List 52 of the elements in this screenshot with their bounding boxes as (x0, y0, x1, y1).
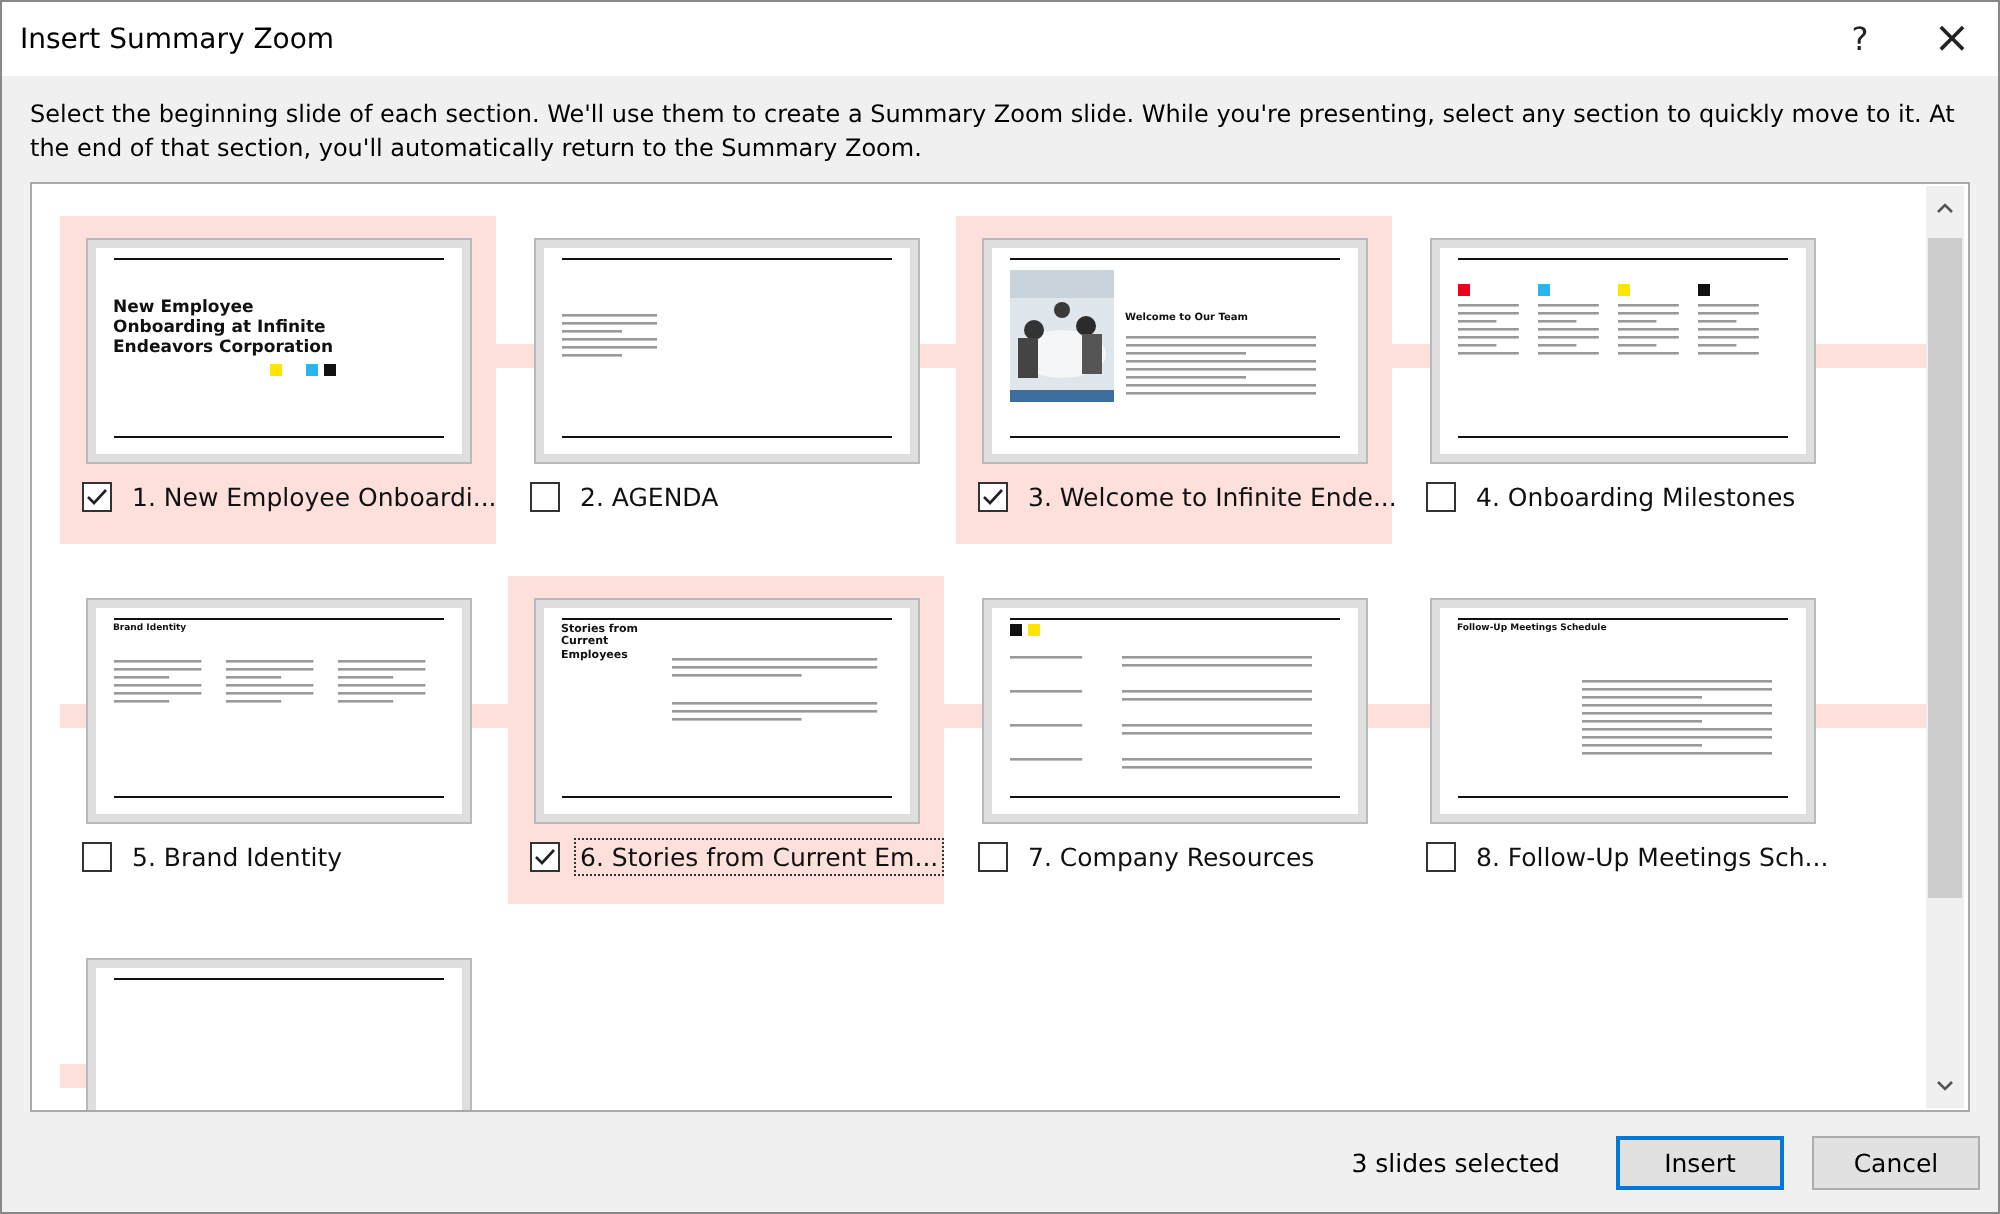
slide-label: 5. Brand Identity (130, 840, 345, 874)
checkbox[interactable] (1426, 842, 1456, 872)
color-squares-icon (1457, 284, 1475, 296)
slide-item[interactable]: New Employee Onboarding at Infinite Endeavors Corporation 1. New Employee Onboardi... (60, 216, 496, 544)
text-lines-drawing (1009, 722, 1085, 730)
slide-label: 4. Onboarding Milestones (1474, 480, 1798, 514)
selection-count: 3 slides selected (1351, 1147, 1560, 1177)
close-button[interactable]: × (1906, 2, 1998, 76)
text-lines-drawing (225, 658, 317, 707)
color-squares-icon (269, 364, 341, 377)
checkbox[interactable] (82, 842, 112, 872)
slide-label: 8. Follow-Up Meetings Sch... (1474, 840, 1831, 874)
text-lines-drawing (1537, 302, 1601, 358)
color-squares-icon (1009, 624, 1045, 636)
color-squares-icon (1537, 284, 1555, 296)
text-lines-drawing (1009, 756, 1085, 764)
checkmark-icon (982, 488, 1004, 506)
checkmark-icon (534, 848, 556, 866)
slide-item[interactable]: 4. Onboarding Milestones (1404, 216, 1840, 544)
text-lines-drawing (1009, 654, 1085, 662)
color-squares-icon (1697, 284, 1715, 296)
window-title: Insert Summary Zoom (20, 23, 337, 55)
slide-item[interactable]: 7. Company Resources (956, 576, 1392, 904)
slide-label: 1. New Employee Onboardi... (130, 480, 499, 514)
slide-label: 6. Stories from Current Em... (576, 840, 943, 874)
scroll-up-icon[interactable] (1936, 202, 1954, 214)
text-lines-drawing (113, 658, 205, 707)
scroll-down-icon[interactable] (1936, 1080, 1954, 1092)
checkbox[interactable] (1426, 482, 1456, 512)
scroll-thumb[interactable] (1928, 238, 1962, 898)
slide-item[interactable]: 2. AGENDA (508, 216, 944, 544)
checkbox[interactable] (978, 842, 1008, 872)
checkbox[interactable] (530, 842, 560, 872)
checkbox[interactable] (530, 482, 560, 512)
text-lines-drawing (561, 312, 661, 360)
text-lines-drawing (1697, 302, 1761, 358)
color-squares-icon (1617, 284, 1635, 296)
checkbox[interactable] (978, 482, 1008, 512)
text-lines-drawing (1617, 302, 1681, 358)
text-lines-drawing (1009, 688, 1085, 696)
scrollbar[interactable] (1926, 186, 1964, 1108)
slide-label: 7. Company Resources (1026, 840, 1317, 874)
text-lines-drawing (1457, 302, 1521, 358)
instructions-text: Select the beginning slide of each section. We'll use them to create a Summary Zoom slide. While you're presenting, select any section to quickly move to it. At the end of that section, you'll automatically return to the Summary Zoom. (30, 98, 1957, 166)
checkbox[interactable] (82, 482, 112, 512)
slide-title: New Employee Onboarding at Infinite Endeavors Corporation (113, 300, 336, 359)
help-button[interactable]: ? (1814, 2, 1906, 76)
insert-button[interactable]: Insert (1616, 1135, 1784, 1189)
text-lines-drawing (337, 658, 429, 707)
slide-label: 2. AGENDA (578, 480, 721, 514)
checkmark-icon (86, 488, 108, 506)
cancel-button[interactable]: Cancel (1812, 1135, 1980, 1189)
